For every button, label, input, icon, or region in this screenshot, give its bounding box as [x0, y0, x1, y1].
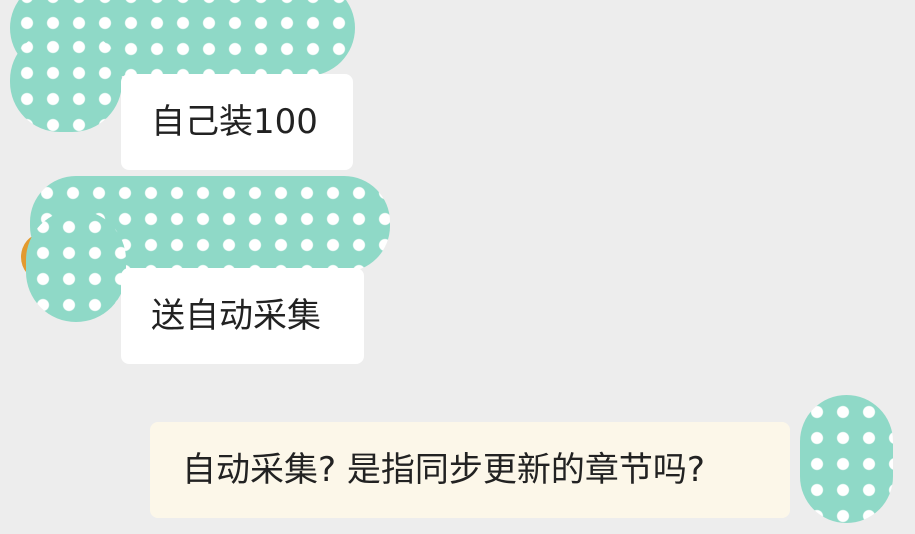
- chat-message-list[interactable]: 自己装100 送自动采集 自动采集? 是指同步更新的章节吗?: [0, 0, 915, 534]
- message-text: 送自动采集: [151, 296, 321, 336]
- privacy-mask-self-avatar: [800, 395, 893, 523]
- message-bubble-incoming-1[interactable]: 自己装100: [121, 74, 353, 170]
- message-text: 自己装100: [151, 102, 318, 142]
- message-bubble-incoming-2[interactable]: 送自动采集: [121, 268, 364, 364]
- message-text: 自动采集? 是指同步更新的章节吗?: [182, 450, 705, 490]
- privacy-mask-avatar-2: [26, 210, 126, 322]
- message-bubble-outgoing-1[interactable]: 自动采集? 是指同步更新的章节吗?: [150, 422, 790, 518]
- privacy-mask-avatar-1: [10, 30, 122, 132]
